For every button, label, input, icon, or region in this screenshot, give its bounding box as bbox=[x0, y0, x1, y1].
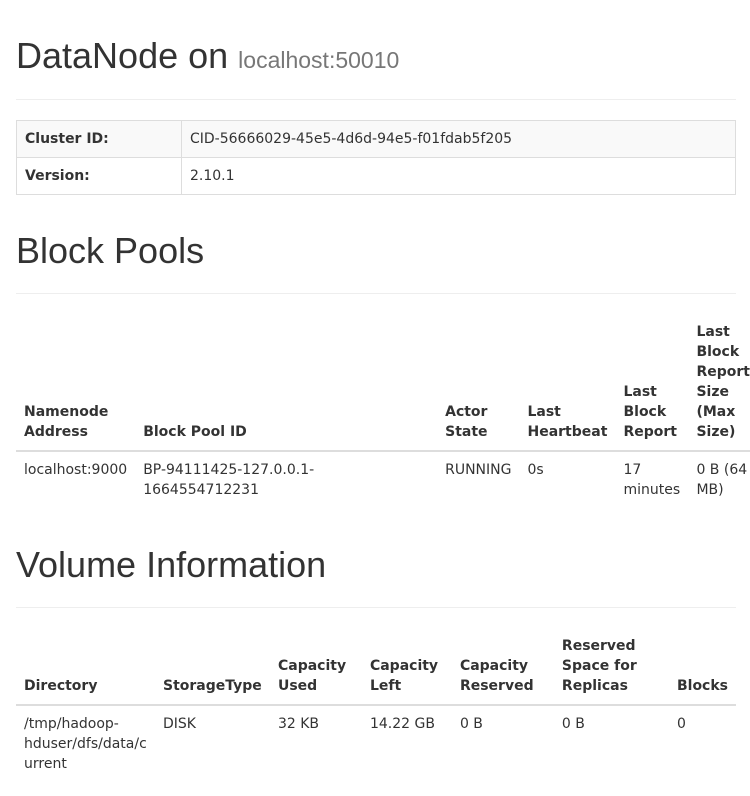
block-pools-title: Block Pools bbox=[16, 230, 205, 271]
col-reserved-space-for-replicas: Reserved Space for Replicas bbox=[553, 628, 669, 706]
col-last-block-report: Last Block Report bbox=[615, 314, 689, 452]
overview-table: Cluster ID: CID-56666029-45e5-4d6d-94e5-… bbox=[16, 120, 736, 195]
cell-actor-state: RUNNING bbox=[445, 462, 512, 478]
col-capacity-left: Capacity Left bbox=[361, 628, 452, 706]
cell-capacity-used: 32 KB bbox=[277, 716, 320, 732]
volume-information-divider bbox=[16, 607, 736, 608]
cell-block-pool-id: BP-94111425-127.0.0.1-1664554712231 bbox=[143, 462, 315, 498]
cell-namenode-address: localhost:9000 bbox=[24, 462, 128, 478]
col-capacity-reserved: Capacity Reserved bbox=[451, 628, 554, 706]
col-last-heartbeat: Last Heartbeat bbox=[519, 314, 616, 452]
overview-row-version: Version: 2.10.1 bbox=[16, 157, 736, 195]
block-pools-header-row: Namenode Address Block Pool ID Actor Sta… bbox=[16, 314, 750, 452]
overview-value: CID-56666029-45e5-4d6d-94e5-f01fdab5f205 bbox=[181, 120, 736, 158]
volume-information-table: Directory StorageType Capacity Used Capa… bbox=[16, 628, 736, 782]
cell-reserved-space: 0 B bbox=[561, 716, 585, 732]
col-capacity-used: Capacity Used bbox=[269, 628, 362, 706]
table-row: localhost:9000 BP-94111425-127.0.0.1-166… bbox=[16, 451, 750, 508]
overview-row-cluster-id: Cluster ID: CID-56666029-45e5-4d6d-94e5-… bbox=[16, 120, 736, 158]
overview-label: Version: bbox=[16, 157, 182, 195]
overview-value: 2.10.1 bbox=[181, 157, 736, 195]
table-row: /tmp/hadoop-hduser/dfs/data/current DISK… bbox=[16, 705, 736, 782]
page-subtitle: localhost:50010 bbox=[238, 47, 400, 73]
cell-directory: /tmp/hadoop-hduser/dfs/data/current bbox=[24, 716, 147, 772]
col-storage-type: StorageType bbox=[154, 628, 270, 706]
overview-label: Cluster ID: bbox=[16, 120, 182, 158]
cell-blocks: 0 bbox=[676, 716, 686, 732]
col-last-block-report-size: Last Block Report Size (Max Size) bbox=[688, 314, 750, 452]
col-blocks: Blocks bbox=[668, 628, 736, 706]
cell-storage-type: DISK bbox=[162, 716, 196, 732]
cell-last-heartbeat: 0s bbox=[527, 462, 544, 478]
cell-last-block-report-size: 0 B (64 MB) bbox=[696, 462, 748, 498]
volumes-header-row: Directory StorageType Capacity Used Capa… bbox=[16, 628, 736, 706]
volume-information-title: Volume Information bbox=[16, 544, 327, 585]
cell-last-block-report: 17 minutes bbox=[623, 462, 681, 498]
col-block-pool-id: Block Pool ID bbox=[135, 314, 438, 452]
page-title: DataNode on localhost:50010 bbox=[16, 34, 399, 82]
cell-capacity-left: 14.22 GB bbox=[369, 716, 435, 732]
page-title-text: DataNode on bbox=[16, 35, 229, 76]
cell-capacity-reserved: 0 B bbox=[459, 716, 483, 732]
col-actor-state: Actor State bbox=[437, 314, 520, 452]
title-divider bbox=[16, 99, 736, 100]
col-namenode-address: Namenode Address bbox=[16, 314, 136, 452]
block-pools-divider bbox=[16, 293, 736, 294]
block-pools-table: Namenode Address Block Pool ID Actor Sta… bbox=[16, 314, 750, 508]
col-directory: Directory bbox=[16, 628, 155, 706]
